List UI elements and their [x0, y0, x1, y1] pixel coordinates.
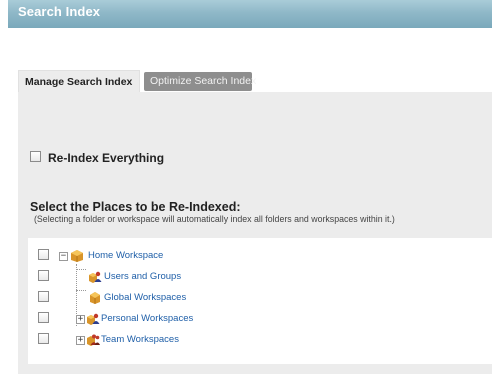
- workspace-tree: − Home Workspace Users and Groups Global…: [28, 238, 492, 364]
- tab-optimize-search-index[interactable]: Optimize Search Index: [144, 72, 256, 91]
- home-workspace-checkbox[interactable]: [38, 249, 49, 260]
- users-groups-icon: [89, 271, 102, 283]
- global-workspaces-link[interactable]: Global Workspaces: [104, 291, 186, 305]
- home-workspace-icon: [71, 250, 83, 262]
- personal-workspaces-link[interactable]: Personal Workspaces: [101, 312, 193, 326]
- users-and-groups-link[interactable]: Users and Groups: [104, 270, 181, 284]
- search-index-page: Search Index Manage Search Index Optimiz…: [0, 0, 492, 378]
- team-workspaces-link[interactable]: Team Workspaces: [101, 333, 179, 347]
- personal-workspaces-checkbox[interactable]: [38, 312, 49, 323]
- tree-row-users-and-groups: Users and Groups: [28, 269, 488, 285]
- window-title: Search Index: [8, 0, 492, 28]
- expand-toggle-icon[interactable]: +: [76, 315, 85, 324]
- home-workspace-link[interactable]: Home Workspace: [88, 249, 163, 263]
- team-workspaces-checkbox[interactable]: [38, 333, 49, 344]
- users-and-groups-checkbox[interactable]: [38, 270, 49, 281]
- places-heading: Select the Places to be Re-Indexed:: [30, 200, 241, 214]
- expand-toggle-icon[interactable]: +: [76, 336, 85, 345]
- tree-row-team-workspaces: + Team Workspaces: [28, 332, 488, 348]
- reindex-everything-checkbox[interactable]: [30, 151, 41, 162]
- global-workspace-icon: [90, 292, 100, 304]
- places-note: (Selecting a folder or workspace will au…: [34, 214, 395, 224]
- global-workspaces-checkbox[interactable]: [38, 291, 49, 302]
- tree-row-global-workspaces: Global Workspaces: [28, 290, 488, 306]
- manage-search-index-panel: Re-Index Everything Select the Places to…: [18, 92, 492, 374]
- team-workspaces-icon: [87, 334, 100, 346]
- collapse-toggle-icon[interactable]: −: [59, 252, 68, 261]
- tree-row-home-workspace: − Home Workspace: [28, 248, 488, 264]
- tree-row-personal-workspaces: + Personal Workspaces: [28, 311, 488, 327]
- tab-manage-search-index[interactable]: Manage Search Index: [18, 70, 140, 92]
- personal-workspaces-icon: [87, 313, 100, 325]
- reindex-everything-label: Re-Index Everything: [48, 151, 165, 165]
